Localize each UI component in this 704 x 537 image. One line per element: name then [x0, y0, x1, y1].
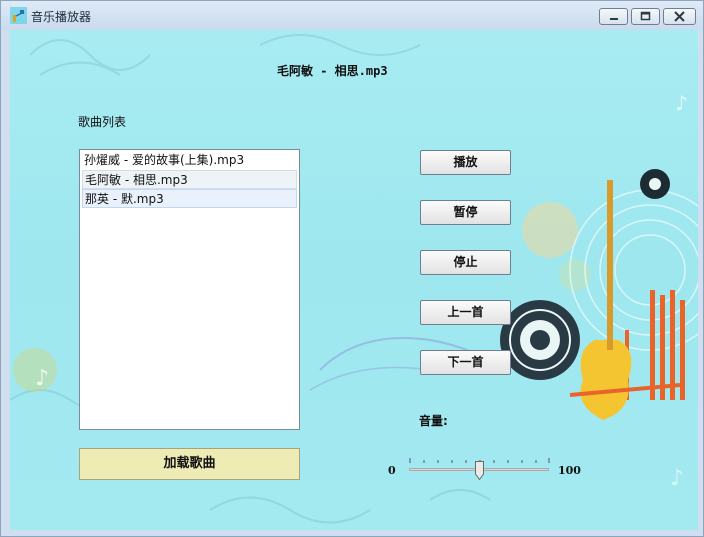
volume-max-label: 100 [558, 464, 581, 477]
volume-slider[interactable] [409, 454, 551, 480]
maximize-icon [640, 11, 651, 21]
load-songs-button[interactable]: 加载歌曲 [79, 448, 300, 480]
volume-label: 音量: [419, 414, 448, 428]
window-title: 音乐播放器 [31, 10, 92, 24]
svg-text:♪: ♪ [35, 366, 49, 391]
list-item[interactable]: 那英 - 默.mp3 [82, 189, 297, 208]
maximize-button[interactable] [631, 8, 660, 25]
app-icon [10, 7, 27, 24]
next-button[interactable]: 下一首 [420, 350, 511, 375]
song-list[interactable]: 孙燿威 - 爱的故事(上集).mp3 毛阿敏 - 相思.mp3 那英 - 默.m… [79, 149, 300, 430]
slider-thumb[interactable] [475, 461, 484, 480]
title-bar[interactable]: 音乐播放器 [1, 1, 703, 30]
app-window: 音乐播放器 ♪ ♪ ♪ 毛阿敏 - 相思.mp3 歌曲列表 孙燿威 - 爱的故事… [0, 0, 704, 537]
stop-button[interactable]: 停止 [420, 250, 511, 275]
previous-button[interactable]: 上一首 [420, 300, 511, 325]
volume-min-label: 0 [388, 464, 396, 477]
pause-button[interactable]: 暂停 [420, 200, 511, 225]
close-button[interactable] [663, 8, 696, 25]
minimize-button[interactable] [599, 8, 628, 25]
minimize-icon [610, 18, 618, 20]
svg-text:♪: ♪ [675, 91, 688, 115]
song-list-label: 歌曲列表 [78, 115, 127, 129]
play-button[interactable]: 播放 [420, 150, 511, 175]
close-icon [674, 11, 685, 22]
list-item[interactable]: 孙燿威 - 爱的故事(上集).mp3 [82, 151, 297, 170]
now-playing-label: 毛阿敏 - 相思.mp3 [277, 64, 388, 78]
svg-text:♪: ♪ [670, 466, 684, 491]
player-panel: ♪ ♪ ♪ 毛阿敏 - 相思.mp3 歌曲列表 孙燿威 - 爱的故事(上集).m… [10, 30, 698, 530]
list-item[interactable]: 毛阿敏 - 相思.mp3 [82, 170, 297, 189]
